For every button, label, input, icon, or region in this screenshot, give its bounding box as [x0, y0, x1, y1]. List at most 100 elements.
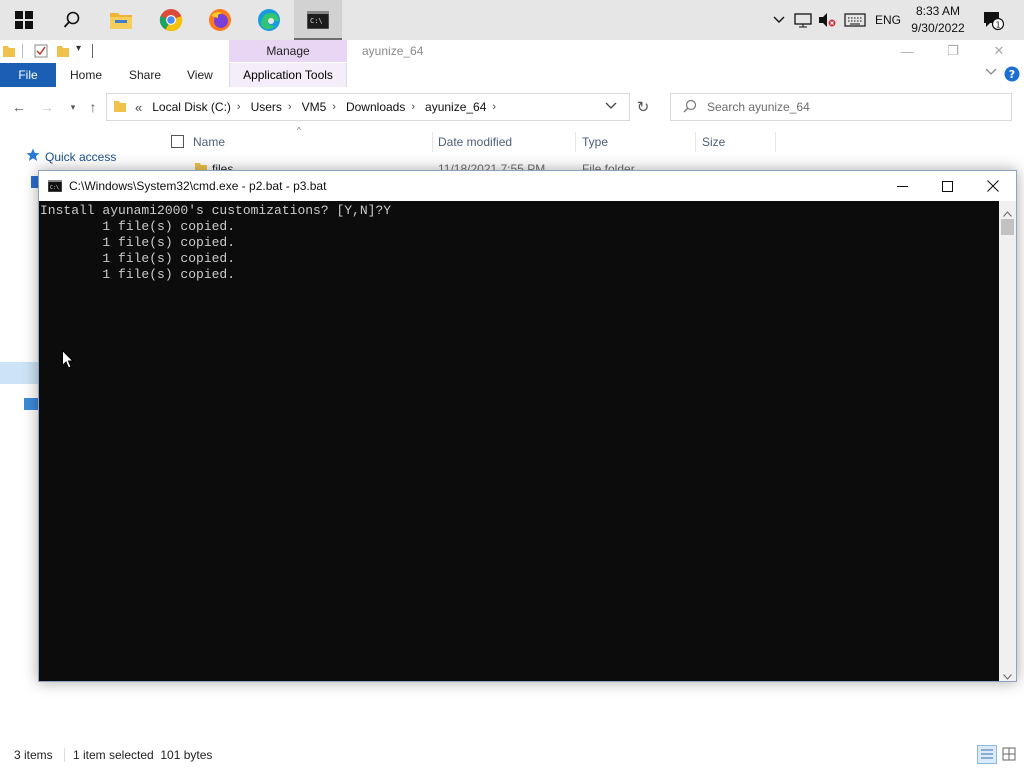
console-line: 1 file(s) copied.	[40, 235, 236, 250]
large-icons-view-icon[interactable]	[1001, 746, 1017, 765]
chevron-right-icon[interactable]: ›	[288, 101, 292, 113]
firefox-icon[interactable]	[196, 0, 244, 40]
help-icon[interactable]: ?	[1004, 66, 1020, 85]
tab-file[interactable]: File	[0, 63, 56, 87]
console-output[interactable]: Install ayunami2000's customizations? [Y…	[39, 201, 999, 681]
cmd-icon[interactable]: C:\	[294, 0, 342, 40]
properties-icon[interactable]	[34, 44, 48, 61]
column-date-modified[interactable]: Date modified	[438, 128, 512, 156]
ribbon-tabs: File Home Share View Application Tools ?	[0, 63, 1024, 87]
volume-muted-icon[interactable]	[816, 0, 838, 40]
address-bar[interactable]: « Local Disk (C:) › Users › VM5 › Downlo…	[106, 93, 630, 121]
column-divider[interactable]	[775, 132, 776, 152]
edge-icon[interactable]	[245, 0, 293, 40]
cmd-scrollbar[interactable]	[999, 201, 1016, 681]
nav-item-selected[interactable]	[0, 362, 40, 384]
nav-item-label: Quick access	[45, 149, 117, 164]
toolbar-divider	[22, 44, 23, 58]
windows-start-icon[interactable]	[0, 0, 48, 40]
svg-text:?: ?	[1009, 68, 1015, 81]
chevron-up-icon[interactable]	[770, 0, 788, 40]
status-item-count: 3 items	[14, 748, 53, 762]
scroll-thumb[interactable]	[1001, 219, 1014, 235]
console-line: 1 file(s) copied.	[40, 219, 236, 234]
chevron-right-icon[interactable]: ›	[237, 101, 241, 113]
svg-text:C:\: C:\	[310, 17, 323, 25]
customize-qat-icon[interactable]: ▾	[76, 43, 81, 54]
details-view-icon[interactable]	[977, 745, 997, 764]
cmd-title-bar[interactable]: C:\ C:\Windows\System32\cmd.exe - p2.bat…	[39, 171, 1016, 201]
clock-date: 9/30/2022	[911, 21, 965, 35]
mouse-cursor-icon	[62, 349, 75, 372]
column-headers: ^ Name Date modified Type Size	[160, 126, 1024, 156]
minimize-button[interactable]: —	[884, 40, 930, 62]
status-bar: 3 items 1 item selected 101 bytes	[0, 740, 1024, 768]
address-dropdown-icon[interactable]	[605, 100, 617, 114]
tab-manage[interactable]: Manage	[229, 40, 347, 62]
keyboard-icon[interactable]	[842, 0, 868, 40]
tab-share[interactable]: Share	[129, 63, 161, 87]
recent-locations-icon[interactable]: ▾	[62, 96, 84, 118]
command-prompt-window[interactable]: C:\ C:\Windows\System32\cmd.exe - p2.bat…	[38, 170, 1017, 682]
refresh-icon[interactable]: ↻	[632, 96, 654, 118]
sort-ascending-icon: ^	[297, 126, 301, 135]
tab-home[interactable]: Home	[70, 63, 102, 87]
scroll-down-icon[interactable]	[1003, 669, 1012, 683]
clock[interactable]: 8:33 AM 9/30/2022	[904, 3, 972, 37]
tab-application-tools[interactable]: Application Tools	[229, 63, 347, 87]
notification-count: 1	[995, 21, 1000, 30]
search-icon	[683, 99, 697, 116]
console-line: 1 file(s) copied.	[40, 267, 236, 282]
forward-arrow-icon[interactable]: →	[36, 96, 58, 118]
scroll-up-icon[interactable]	[1003, 206, 1012, 220]
taskbar: C:\ ENG 8:33 AM 9/30/2022 1	[0, 0, 1024, 40]
column-divider[interactable]	[695, 132, 696, 152]
notification-icon[interactable]: 1	[978, 0, 1008, 40]
search-placeholder: Search ayunize_64	[707, 100, 810, 114]
window-title: ayunize_64	[362, 44, 424, 58]
column-type[interactable]: Type	[582, 128, 608, 156]
svg-text:C:\: C:\	[50, 185, 59, 191]
breadcrumb-overflow[interactable]: «	[135, 100, 142, 115]
search-icon[interactable]	[48, 0, 96, 40]
column-divider[interactable]	[432, 132, 433, 152]
nav-item-quick-access[interactable]: Quick access	[26, 148, 116, 165]
chevron-right-icon[interactable]: ›	[332, 101, 336, 113]
tab-view[interactable]: View	[187, 63, 213, 87]
chrome-icon[interactable]	[147, 0, 195, 40]
breadcrumb-item[interactable]: Downloads	[346, 100, 405, 114]
search-input[interactable]: Search ayunize_64	[670, 93, 1012, 121]
folder-icon	[2, 44, 16, 61]
breadcrumb-item[interactable]: ayunize_64	[425, 100, 486, 114]
network-icon[interactable]	[792, 0, 814, 40]
restore-button[interactable]: ❐	[930, 40, 976, 62]
column-divider[interactable]	[575, 132, 576, 152]
cmd-maximize-button[interactable]	[924, 171, 970, 201]
language-indicator[interactable]: ENG	[872, 0, 904, 40]
cmd-icon: C:\	[47, 179, 63, 195]
back-arrow-icon[interactable]: ←	[8, 96, 30, 118]
column-name[interactable]: Name	[193, 128, 225, 156]
close-button[interactable]: ✕	[976, 40, 1022, 62]
new-folder-icon[interactable]	[56, 44, 70, 61]
file-explorer-icon[interactable]	[97, 0, 145, 40]
clock-time: 8:33 AM	[915, 4, 961, 18]
breadcrumb-item[interactable]: Users	[251, 100, 282, 114]
folder-icon	[113, 99, 127, 116]
breadcrumb-item[interactable]: Local Disk (C:)	[152, 100, 231, 114]
select-all-checkbox[interactable]	[171, 135, 184, 148]
chevron-right-icon[interactable]: ›	[411, 101, 415, 113]
column-size[interactable]: Size	[702, 128, 725, 156]
breadcrumb-item[interactable]: VM5	[302, 100, 327, 114]
chevron-right-icon[interactable]: ›	[492, 101, 496, 113]
expand-ribbon-icon[interactable]	[985, 67, 997, 80]
network-icon[interactable]	[24, 398, 38, 410]
up-arrow-icon[interactable]: ↑	[82, 96, 104, 118]
cmd-window-title: C:\Windows\System32\cmd.exe - p2.bat - p…	[69, 179, 327, 193]
cmd-close-button[interactable]	[970, 171, 1016, 201]
star-icon	[26, 148, 40, 165]
console-line: Install ayunami2000's customizations? [Y…	[40, 203, 392, 218]
status-divider	[64, 748, 65, 762]
address-bar-row: ← → ▾ ↑ « Local Disk (C:) › Users › VM5 …	[0, 92, 1024, 122]
cmd-minimize-button[interactable]	[879, 171, 925, 201]
